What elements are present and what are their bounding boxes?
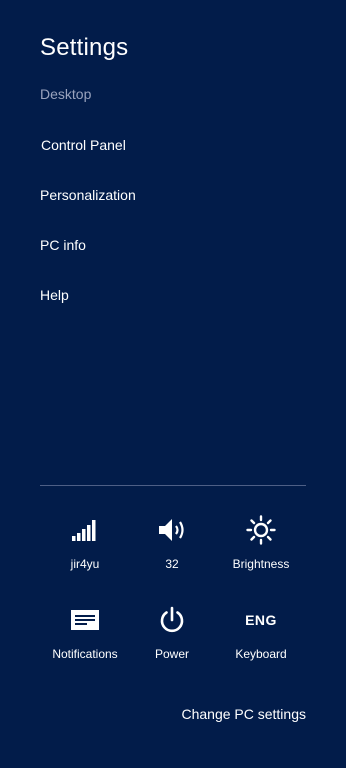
change-pc-settings-link[interactable]: Change PC settings — [181, 706, 306, 722]
divider — [40, 485, 306, 486]
brightness-tile[interactable]: Brightness — [217, 512, 305, 584]
wifi-signal-icon — [41, 512, 129, 548]
network-tile[interactable]: jir4yu — [41, 512, 129, 584]
brightness-label: Brightness — [232, 557, 290, 571]
keyboard-label: Keyboard — [235, 647, 287, 661]
keyboard-tile[interactable]: ENG Keyboard — [217, 602, 305, 674]
notifications-tile[interactable]: Notifications — [41, 602, 129, 674]
brightness-icon — [217, 512, 305, 548]
notifications-icon — [41, 602, 129, 638]
speaker-icon — [128, 512, 216, 548]
power-icon — [128, 602, 216, 638]
volume-tile[interactable]: 32 — [128, 512, 216, 584]
pc-info-link[interactable]: PC info — [40, 235, 86, 255]
personalization-link[interactable]: Personalization — [40, 185, 136, 205]
control-panel-link[interactable]: Control Panel — [41, 135, 126, 155]
settings-charm-panel: Settings Desktop Control Panel Personali… — [0, 0, 346, 768]
keyboard-language-indicator: ENG — [217, 602, 305, 638]
keyboard-language-code: ENG — [245, 612, 277, 628]
help-link[interactable]: Help — [40, 285, 69, 305]
page-title: Settings — [40, 34, 129, 61]
power-tile[interactable]: Power — [128, 602, 216, 674]
context-subtitle: Desktop — [40, 86, 92, 102]
